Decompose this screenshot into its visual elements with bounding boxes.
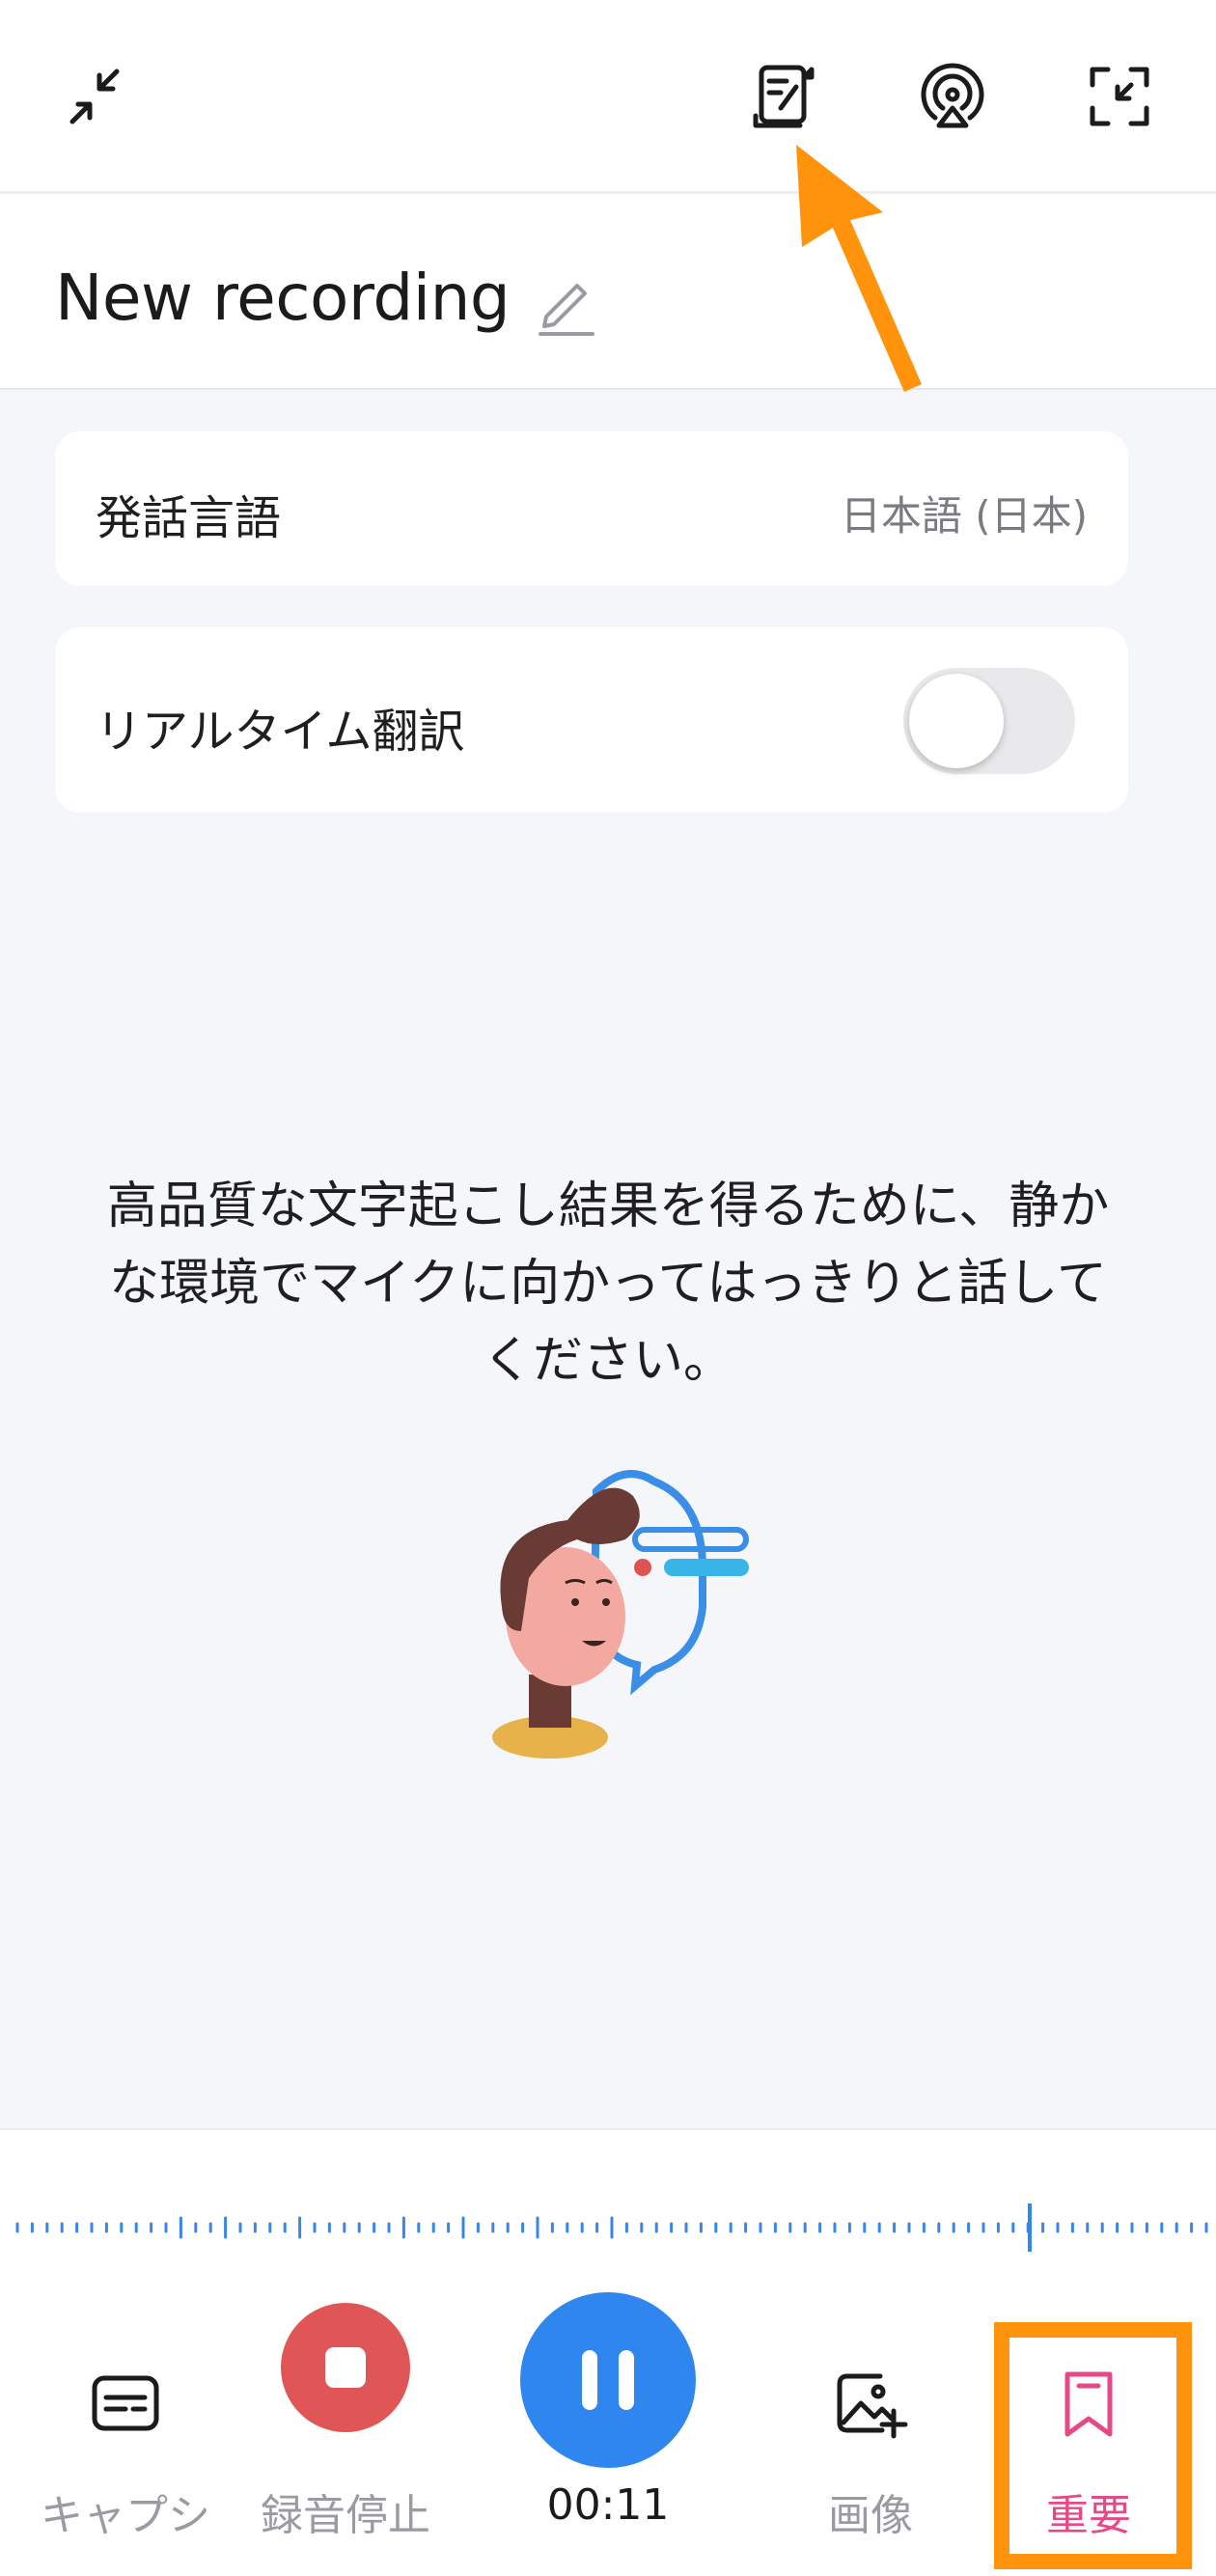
annotation-arrow (796, 145, 922, 392)
collapse-icon (69, 69, 120, 125)
stop-recording-label: 録音停止 (261, 2491, 430, 2540)
language-value: 日本語 (日本) (840, 492, 1088, 540)
realtime-translation-label: リアルタイム翻訳 (96, 705, 465, 759)
cast-button[interactable] (899, 43, 1006, 150)
realtime-translation-card: リアルタイム翻訳 (55, 627, 1128, 813)
recording-timer: 00:11 (546, 2480, 670, 2530)
realtime-translation-toggle[interactable] (903, 668, 1075, 774)
toggle-knob (909, 674, 1004, 768)
collapse-button[interactable] (42, 43, 149, 150)
top-bar (0, 0, 1216, 193)
transcript-icon (753, 65, 815, 128)
language-label: 発話言語 (96, 491, 282, 545)
add-image-label: 画像 (828, 2491, 913, 2540)
title-row: New recording (0, 195, 1216, 390)
stop-recording-button[interactable] (281, 2303, 410, 2432)
caption-label: キャプシ (41, 2491, 210, 2540)
caption-icon (92, 2375, 159, 2431)
edit-title-button[interactable] (533, 272, 600, 340)
audio-waveform (15, 2203, 1208, 2252)
annotation-highlight-box (994, 2322, 1192, 2569)
pause-button[interactable] (520, 2292, 696, 2468)
language-card[interactable]: 発話言語 日本語 (日本) (55, 431, 1128, 586)
speaking-person-illustration (492, 1470, 749, 1759)
recording-hint: 高品質な文字起こし結果を得るために、静か な環境でマイクに向かってはっきりと話し… (77, 1168, 1139, 1399)
pause-icon-bar (619, 2350, 634, 2410)
pause-icon (582, 2350, 597, 2410)
caption-button[interactable]: キャプシ (29, 2336, 222, 2540)
hint-line-3: ください。 (482, 1332, 733, 1390)
cast-icon (921, 63, 984, 128)
fullscreen-button[interactable] (1066, 43, 1173, 150)
pencil-icon (539, 284, 594, 336)
stop-icon (325, 2347, 366, 2388)
add-image-icon (837, 2373, 908, 2439)
add-image-button[interactable]: 画像 (774, 2336, 967, 2540)
fullscreen-icon (1090, 67, 1149, 126)
transcript-button[interactable] (732, 43, 838, 150)
recording-title[interactable]: New recording (55, 261, 511, 335)
hint-line-1: 高品質な文字起こし結果を得るために、静か (106, 1177, 1110, 1235)
hint-line-2: な環境でマイクに向かってはっきりと話して (109, 1255, 1107, 1313)
